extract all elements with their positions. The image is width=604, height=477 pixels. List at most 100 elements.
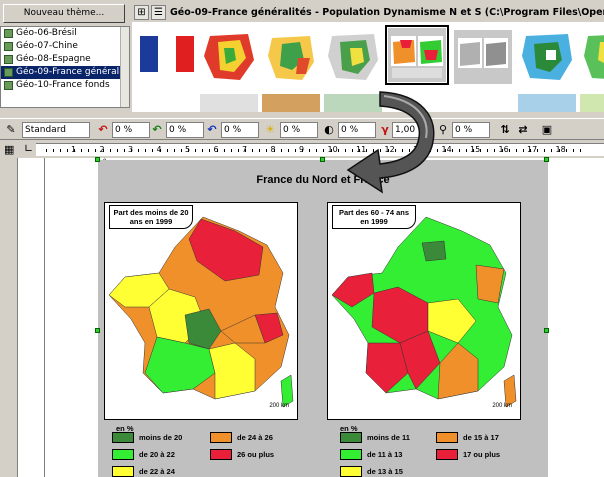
ruler-tick bbox=[544, 149, 546, 152]
thumbnail-map[interactable] bbox=[262, 94, 320, 112]
contrast-icon: ◐ bbox=[324, 123, 334, 136]
ruler-tick bbox=[166, 149, 168, 152]
resize-handle[interactable] bbox=[95, 157, 100, 162]
resize-handle[interactable] bbox=[95, 328, 100, 333]
ruler-tick bbox=[537, 149, 539, 152]
ruler-tick bbox=[551, 149, 553, 152]
brightness-field[interactable]: 0 % bbox=[280, 122, 318, 138]
inserted-image[interactable]: France du Nord et France Part des moins … bbox=[95, 157, 549, 477]
theme-item[interactable]: Géo-08-Espagne bbox=[1, 53, 129, 66]
thumbnail-map[interactable] bbox=[580, 30, 604, 84]
legend-item: de 20 à 22 bbox=[112, 449, 175, 460]
thumbnail-map-selected[interactable] bbox=[385, 25, 449, 85]
ruler-tick bbox=[66, 149, 68, 152]
ruler-number: 10 bbox=[327, 145, 338, 154]
legend-swatch bbox=[210, 432, 232, 443]
picture-toolbar: ✎ Standard ↶ 0 % ↶ 0 % ↶ 0 % ☀ 0 % ◐ 0 %… bbox=[0, 118, 604, 140]
flip-horizontal-icon[interactable]: ⇄ bbox=[516, 123, 530, 137]
ruler-number: 3 bbox=[128, 145, 134, 154]
red-field[interactable]: 0 % bbox=[112, 122, 150, 138]
ruler-tick bbox=[294, 149, 296, 152]
theme-item-label: Géo-07-Chine bbox=[16, 41, 78, 51]
ruler-number: 15 bbox=[470, 145, 481, 154]
thumbnail-map[interactable] bbox=[200, 94, 258, 112]
theme-item-label: Géo-09-France généralités bbox=[16, 67, 130, 77]
new-theme-button[interactable]: Nouveau thème... bbox=[3, 4, 125, 23]
icon-view-icon[interactable]: ⊞ bbox=[134, 5, 149, 20]
green-field[interactable]: 0 % bbox=[166, 122, 204, 138]
ruler-tick bbox=[458, 149, 460, 152]
transparency-field[interactable]: 0 % bbox=[452, 122, 490, 138]
ruler-tick bbox=[45, 149, 47, 152]
thumbnail-map[interactable] bbox=[518, 30, 576, 84]
ruler-number: 7 bbox=[242, 145, 248, 154]
page-margin-line bbox=[44, 158, 45, 477]
thumbnail-map[interactable] bbox=[262, 30, 320, 84]
thumbnail-map[interactable] bbox=[324, 30, 382, 84]
vertical-ruler[interactable] bbox=[0, 158, 18, 477]
ruler-number: 16 bbox=[498, 145, 509, 154]
style-select-value: Standard bbox=[25, 125, 66, 135]
blue-field[interactable]: 0 % bbox=[221, 122, 259, 138]
ruler-tick bbox=[522, 149, 524, 152]
style-select[interactable]: Standard bbox=[22, 122, 90, 138]
tab-stop-icon[interactable]: ∟ bbox=[24, 142, 33, 155]
crop-icon[interactable]: ▣ bbox=[540, 123, 554, 137]
green-channel-icon: ↶ bbox=[152, 123, 162, 136]
legend-swatch bbox=[340, 466, 362, 477]
theme-item-label: Géo-10-France fonds bbox=[16, 80, 110, 90]
theme-item[interactable]: Géo-07-Chine bbox=[1, 40, 129, 53]
theme-folder-icon bbox=[4, 81, 13, 90]
theme-item[interactable]: Géo-06-Brésil bbox=[1, 27, 129, 40]
ruler-number: 17 bbox=[527, 145, 538, 154]
ruler-tick bbox=[515, 149, 517, 152]
legend-item: moins de 11 bbox=[340, 432, 410, 443]
detail-view-icon[interactable]: ☰ bbox=[151, 5, 166, 20]
gallery-panel: Nouveau thème... Géo-06-Brésil Géo-07-Ch… bbox=[0, 0, 604, 112]
resize-handle[interactable] bbox=[544, 157, 549, 162]
ruler-row: ▦ ∟ 123456789101112131415161718 bbox=[0, 141, 604, 158]
thumbnail-map[interactable] bbox=[200, 30, 258, 84]
ruler-tick bbox=[508, 149, 510, 152]
map-left: Part des moins de 20 ans en 1999 200 km bbox=[104, 202, 298, 420]
thumbnail-map[interactable] bbox=[580, 94, 604, 112]
theme-folder-icon bbox=[4, 68, 13, 77]
ruler-number: 5 bbox=[185, 145, 191, 154]
ruler-number: 9 bbox=[299, 145, 305, 154]
blue-channel-icon: ↶ bbox=[207, 123, 217, 136]
map-left-scale: 200 km bbox=[269, 403, 289, 409]
map-right-label: Part des 60 - 74 ans en 1999 bbox=[332, 205, 416, 229]
thumbnail-map[interactable] bbox=[454, 30, 512, 84]
ruler-tick bbox=[52, 149, 54, 152]
thumbnail-map[interactable] bbox=[518, 94, 576, 112]
ruler-tick bbox=[280, 149, 282, 152]
theme-item-selected[interactable]: Géo-09-France généralités bbox=[1, 66, 129, 79]
legend-label: 17 ou plus bbox=[463, 450, 501, 459]
flip-vertical-icon[interactable]: ⇅ bbox=[498, 123, 512, 137]
ruler-tick bbox=[81, 149, 83, 152]
horizontal-ruler[interactable]: 123456789101112131415161718 bbox=[36, 143, 604, 156]
theme-list-scrollbar[interactable] bbox=[120, 27, 129, 107]
drag-arrow-icon bbox=[346, 91, 435, 194]
theme-item[interactable]: Géo-10-France fonds bbox=[1, 79, 129, 92]
ruler-tick bbox=[88, 149, 90, 152]
theme-item-label: Géo-08-Espagne bbox=[16, 54, 91, 64]
legend-swatch bbox=[340, 449, 362, 460]
legend-swatch bbox=[112, 432, 134, 443]
ruler-tick bbox=[173, 149, 175, 152]
ruler-tick bbox=[95, 149, 97, 152]
gallery-title: Géo-09-France généralités - Population D… bbox=[170, 7, 604, 18]
resize-handle[interactable] bbox=[320, 157, 325, 162]
legend-swatch bbox=[112, 449, 134, 460]
map-right-drawing bbox=[331, 216, 517, 408]
view-mode-toggle: ⊞ ☰ bbox=[134, 5, 170, 22]
wand-icon[interactable]: ✎ bbox=[4, 123, 18, 137]
theme-list[interactable]: Géo-06-Brésil Géo-07-Chine Géo-08-Espagn… bbox=[0, 26, 130, 108]
brightness-icon: ☀ bbox=[265, 123, 275, 136]
legend-item: moins de 20 bbox=[112, 432, 182, 443]
thumbnail-flag[interactable] bbox=[136, 30, 194, 84]
resize-handle[interactable] bbox=[544, 328, 549, 333]
ruler-tick bbox=[116, 149, 118, 152]
green-field-value: 0 % bbox=[169, 125, 187, 135]
ruler-origin-icon[interactable]: ▦ bbox=[4, 143, 14, 156]
